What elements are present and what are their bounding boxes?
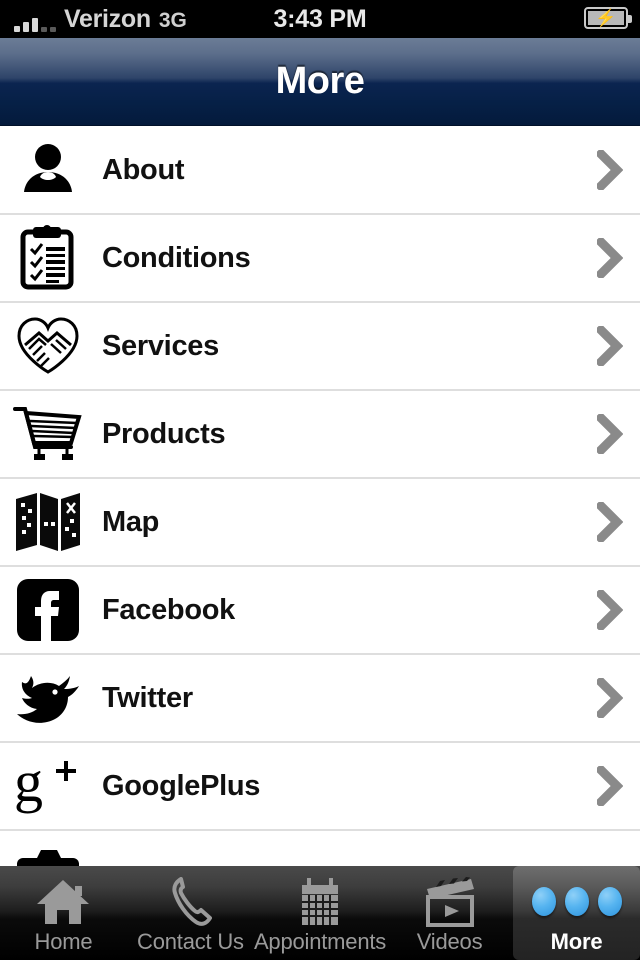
list-item-label: Products — [102, 417, 226, 450]
app-screen: Verizon 3G 3:43 PM ⚡ More About Conditio… — [0, 0, 640, 960]
tab-more[interactable]: More — [513, 866, 640, 960]
list-item-conditions[interactable]: Conditions — [0, 215, 640, 303]
list-item-label: Facebook — [102, 593, 235, 626]
tab-videos[interactable]: Videos — [386, 866, 513, 960]
tab-contact-us[interactable]: Contact Us — [127, 866, 254, 960]
tab-label: Videos — [416, 928, 483, 954]
calendar-icon — [296, 876, 344, 928]
list-item-partial[interactable] — [0, 831, 640, 866]
shopping-cart-icon — [8, 398, 88, 470]
status-bar: Verizon 3G 3:43 PM ⚡ — [0, 0, 640, 38]
phone-icon — [168, 876, 213, 928]
tab-label: Home — [34, 928, 93, 954]
three-dots-icon — [531, 876, 622, 928]
svg-text:g: g — [14, 753, 43, 814]
list-item-label: Services — [102, 329, 219, 362]
chevron-right-icon[interactable] — [580, 414, 640, 454]
home-icon — [35, 876, 91, 928]
tab-bar[interactable]: Home Contact Us Appointments Videos More — [0, 866, 640, 960]
chevron-right-icon[interactable] — [580, 326, 640, 366]
list-item-products[interactable]: Products — [0, 391, 640, 479]
status-bar-right: ⚡ — [584, 7, 632, 29]
tab-label: More — [550, 928, 603, 954]
list-item-label: GooglePlus — [102, 769, 261, 802]
list-item-map[interactable]: Map — [0, 479, 640, 567]
handshake-heart-icon — [8, 310, 88, 382]
chevron-right-icon[interactable] — [580, 238, 640, 278]
list-item-facebook[interactable]: Facebook — [0, 567, 640, 655]
list-item-label: Conditions — [102, 241, 251, 274]
folded-map-icon — [8, 486, 88, 558]
tab-home[interactable]: Home — [0, 866, 127, 960]
google-plus-icon: g — [8, 750, 88, 822]
list-item-services[interactable]: Services — [0, 303, 640, 391]
list-item-label: About — [102, 153, 185, 186]
tab-label: Appointments — [253, 928, 387, 954]
chevron-right-icon[interactable] — [580, 766, 640, 806]
person-icon — [8, 134, 88, 206]
more-menu-list[interactable]: About Conditions Services Products Map F… — [0, 127, 640, 866]
navigation-bar: More — [0, 38, 640, 126]
list-item-googleplus[interactable]: g GooglePlus — [0, 743, 640, 831]
facebook-icon — [8, 574, 88, 646]
chevron-right-icon[interactable] — [580, 502, 640, 542]
list-item-label: Map — [102, 505, 160, 538]
list-item-twitter[interactable]: Twitter — [0, 655, 640, 743]
chevron-right-icon[interactable] — [580, 678, 640, 718]
clock-label: 3:43 PM — [273, 4, 367, 33]
twitter-bird-icon — [8, 662, 88, 734]
tab-label: Contact Us — [137, 928, 244, 954]
clipboard-checklist-icon — [8, 222, 88, 294]
tab-appointments[interactable]: Appointments — [254, 866, 386, 960]
chevron-right-icon[interactable] — [580, 150, 640, 190]
battery-charging-icon: ⚡ — [584, 7, 632, 29]
chevron-right-icon[interactable] — [580, 590, 640, 630]
page-title: More — [275, 60, 365, 102]
camera-icon — [8, 838, 88, 866]
list-item-about[interactable]: About — [0, 127, 640, 215]
clapperboard-icon — [423, 876, 477, 928]
list-item-label: Twitter — [102, 681, 193, 714]
